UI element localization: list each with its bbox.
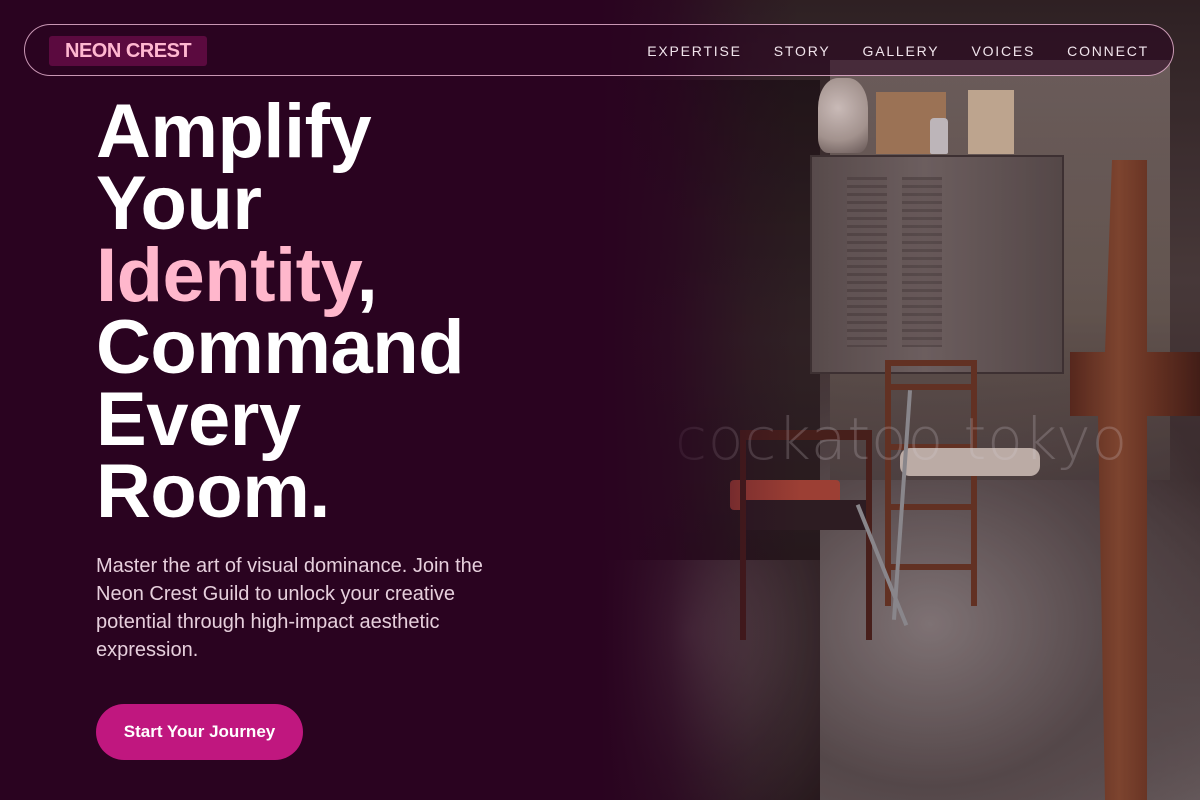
nav-link-expertise[interactable]: EXPERTISE: [647, 43, 742, 59]
headline-line: Identity,: [96, 238, 576, 314]
headline-line: Every: [96, 377, 301, 462]
nav-links: EXPERTISE STORY GALLERY VOICES CONNECT: [647, 25, 1149, 77]
nav-link-story[interactable]: STORY: [774, 43, 831, 59]
brand-logo[interactable]: NEON CREST: [49, 36, 208, 66]
headline-line: Command: [96, 305, 465, 390]
nav-link-connect[interactable]: CONNECT: [1067, 43, 1149, 59]
nav-link-gallery[interactable]: GALLERY: [863, 43, 940, 59]
headline-line: Your: [96, 161, 262, 246]
headline-line: Room.: [96, 449, 330, 534]
hero-headline: Amplify Your Identity, Command Every Roo…: [96, 89, 576, 534]
headline-line: Amplify: [96, 89, 372, 174]
nav-link-voices[interactable]: VOICES: [971, 43, 1035, 59]
hero-subtitle: Master the art of visual dominance. Join…: [96, 555, 483, 661]
top-navigation: NEON CREST EXPERTISE STORY GALLERY VOICE…: [24, 24, 1174, 76]
start-journey-button[interactable]: Start Your Journey: [96, 704, 303, 760]
image-fade-overlay: [600, 0, 800, 800]
